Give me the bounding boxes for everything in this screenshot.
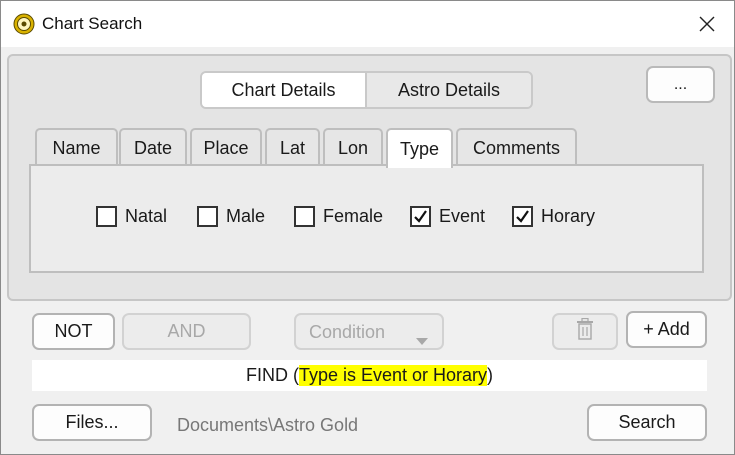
window-title: Chart Search	[42, 14, 143, 33]
type-options: Natal Male Female Event Horary	[31, 166, 702, 271]
delete-button[interactable]	[552, 313, 618, 350]
segment-chart-details[interactable]: Chart Details	[202, 73, 367, 107]
tab-place[interactable]: Place	[190, 128, 262, 166]
checkbox-box[interactable]	[512, 205, 533, 227]
checkbox-label: Male	[226, 205, 266, 226]
trash-icon	[576, 317, 594, 345]
checkbox-box[interactable]	[197, 205, 218, 227]
checkbox-box[interactable]	[96, 205, 117, 227]
tab-comments[interactable]: Comments	[456, 128, 577, 166]
query-prefix: FIND (	[245, 365, 299, 385]
segment-astro-details[interactable]: Astro Details	[367, 73, 531, 107]
close-icon[interactable]	[684, 1, 730, 47]
type-tab-content: Natal Male Female Event Horary	[29, 164, 704, 273]
checkmark-icon	[516, 209, 529, 223]
checkbox-label: Natal	[125, 205, 168, 226]
chevron-down-icon	[416, 329, 428, 350]
female-checkbox[interactable]: Female	[294, 204, 383, 228]
tab-date[interactable]: Date	[119, 128, 187, 166]
chart-search-dialog: Chart Search Chart Details Astro Details…	[0, 0, 735, 455]
tab-lat[interactable]: Lat	[265, 128, 320, 166]
tab-type[interactable]: Type	[386, 128, 453, 168]
not-button[interactable]: NOT	[32, 313, 115, 350]
horary-checkbox[interactable]: Horary	[512, 204, 595, 228]
search-criteria-panel: Chart Details Astro Details ... Name Dat…	[7, 54, 732, 301]
male-checkbox[interactable]: Male	[197, 204, 265, 228]
and-button[interactable]: AND	[122, 313, 251, 350]
checkbox-label: Horary	[541, 205, 596, 226]
checkbox-box[interactable]	[410, 205, 431, 227]
add-button[interactable]: + Add	[626, 311, 707, 348]
title-bar: Chart Search	[1, 1, 734, 47]
checkbox-label: Event	[439, 205, 486, 226]
more-options-button[interactable]: ...	[646, 66, 715, 103]
checkmark-icon	[414, 209, 427, 223]
tab-name[interactable]: Name	[35, 128, 118, 166]
query-preview: FIND (Type is Event or Horary)	[32, 360, 707, 391]
files-button[interactable]: Files...	[32, 404, 152, 441]
search-button[interactable]: Search	[587, 404, 707, 441]
event-checkbox[interactable]: Event	[410, 204, 485, 228]
natal-checkbox[interactable]: Natal	[96, 204, 167, 228]
condition-dropdown[interactable]: Condition	[294, 313, 444, 350]
search-path: Documents\Astro Gold	[177, 415, 359, 435]
dropdown-label: Condition	[309, 322, 386, 342]
details-segmented-control: Chart Details Astro Details	[200, 71, 533, 109]
astro-gold-app-icon	[13, 13, 35, 35]
checkbox-label: Female	[323, 205, 384, 226]
tab-lon[interactable]: Lon	[323, 128, 383, 166]
query-condition-highlight: Type is Event or Horary	[298, 365, 488, 386]
checkbox-box[interactable]	[294, 205, 315, 227]
query-suffix: )	[487, 365, 494, 385]
